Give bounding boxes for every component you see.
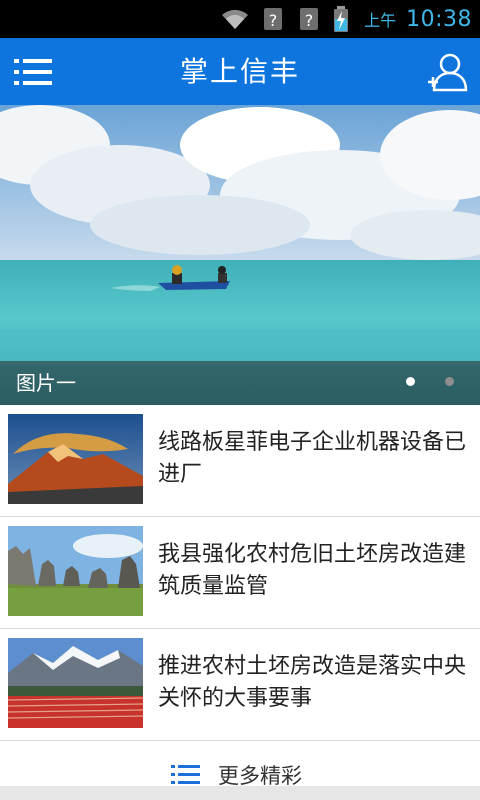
news-title: 线路板星菲电子企业机器设备已进厂	[158, 430, 467, 487]
banner-caption-bar: 图片一	[0, 361, 480, 405]
status-ampm: 上午	[364, 11, 397, 30]
banner-caption: 图片一	[16, 371, 76, 395]
news-list: 线路板星菲电子企业机器设备已进厂 我县强化农村危旧土坯房改造建筑质量监管 推进农…	[0, 405, 480, 741]
battery-charging-icon	[334, 6, 349, 32]
news-title: 推进农村土坯房改造是落实中央关怀的大事要事	[158, 654, 467, 711]
news-item[interactable]: 推进农村土坯房改造是落实中央关怀的大事要事	[0, 629, 480, 741]
app-bar: 掌上信丰	[0, 38, 480, 105]
bottom-strip	[0, 786, 480, 800]
user-add-icon	[428, 53, 468, 92]
news-item[interactable]: 我县强化农村危旧土坯房改造建筑质量监管	[0, 517, 480, 629]
carousel-dot-1[interactable]	[406, 377, 415, 386]
status-icons: ? ? 上午 10:38	[220, 0, 472, 38]
carousel-dot-2[interactable]	[445, 377, 454, 386]
list-icon	[171, 765, 200, 784]
signal-unknown-icon: ?	[264, 8, 283, 30]
banner-image	[0, 105, 480, 405]
status-bar: ? ? 上午 10:38	[0, 0, 480, 38]
svg-text:?: ?	[269, 11, 278, 30]
signal-unknown-icon: ?	[300, 8, 319, 30]
app-title: 掌上信丰	[179, 55, 300, 88]
news-thumbnail	[8, 638, 143, 728]
user-button[interactable]	[426, 50, 470, 94]
news-title: 我县强化农村危旧土坯房改造建筑质量监管	[158, 542, 467, 599]
more-section[interactable]: 更多精彩	[0, 742, 480, 800]
wifi-icon	[222, 9, 249, 29]
banner-carousel[interactable]: 图片一	[0, 105, 480, 405]
news-thumbnail	[8, 526, 143, 616]
status-time: 10:38	[406, 6, 472, 32]
news-thumbnail	[8, 414, 143, 504]
news-item[interactable]: 线路板星菲电子企业机器设备已进厂	[0, 405, 480, 517]
svg-text:?: ?	[305, 11, 314, 30]
carousel-indicator	[406, 377, 454, 386]
